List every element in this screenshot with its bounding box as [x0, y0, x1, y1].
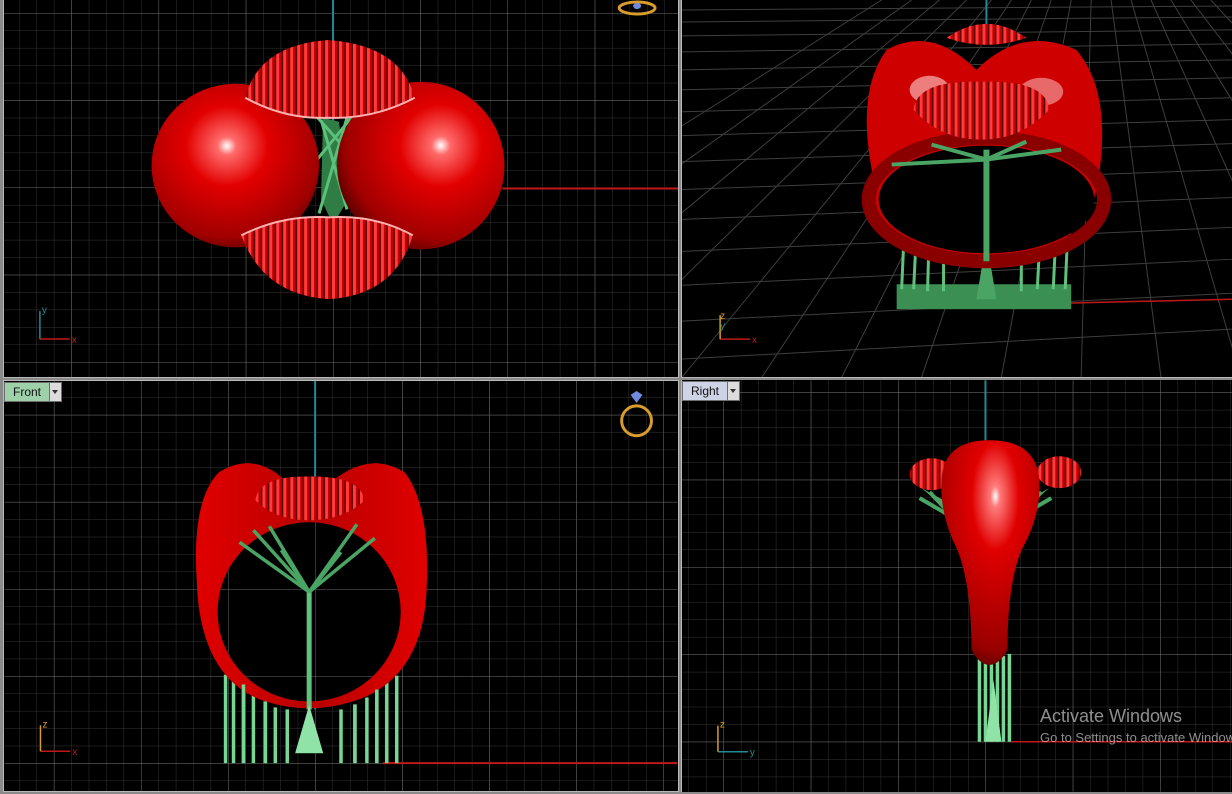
- axis-x-label: x: [72, 747, 77, 758]
- dropdown-arrow-icon[interactable]: [49, 383, 62, 401]
- axis-z-label: z: [720, 720, 725, 731]
- viewport-perspective[interactable]: x z y: [681, 0, 1232, 378]
- axis-x-label: x: [72, 335, 77, 346]
- right-view-scene[interactable]: y z: [682, 380, 1232, 792]
- viewport-top[interactable]: x y: [3, 0, 679, 378]
- top-view-scene[interactable]: x y: [4, 0, 678, 377]
- viewport-tab-front[interactable]: Front: [4, 382, 63, 402]
- viewport-tab-label: Right: [691, 384, 720, 398]
- axis-y-label: y: [720, 321, 725, 332]
- viewport-front[interactable]: x z Front: [3, 380, 679, 792]
- perspective-view-scene[interactable]: x z y: [682, 0, 1232, 377]
- dropdown-arrow-icon[interactable]: [727, 382, 740, 400]
- axis-indicator-perspective: x z y: [719, 311, 757, 346]
- axis-y-label: y: [42, 305, 47, 316]
- viewport-tab-label: Front: [13, 385, 42, 399]
- viewport-right[interactable]: y z Right: [681, 380, 1232, 792]
- axis-y-label: y: [750, 748, 755, 759]
- viewport-tab-right[interactable]: Right: [682, 381, 741, 401]
- front-view-scene[interactable]: x z: [4, 381, 678, 791]
- ring-perspective-view[interactable]: [861, 23, 1112, 310]
- axis-z-label: z: [42, 719, 47, 730]
- axis-x-label: x: [752, 335, 757, 346]
